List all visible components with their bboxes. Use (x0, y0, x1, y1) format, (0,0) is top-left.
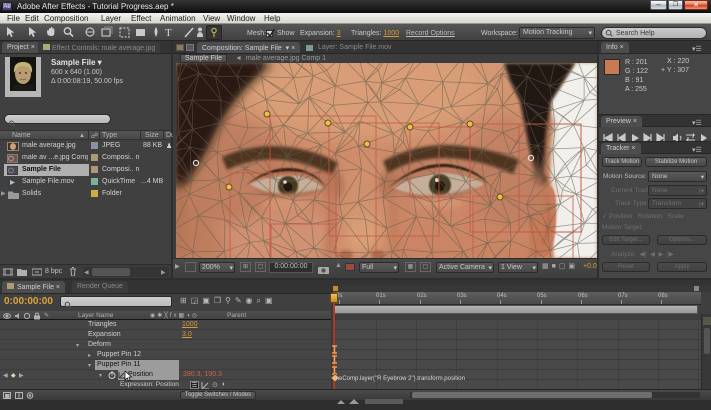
svg-text:T: T (165, 27, 172, 39)
